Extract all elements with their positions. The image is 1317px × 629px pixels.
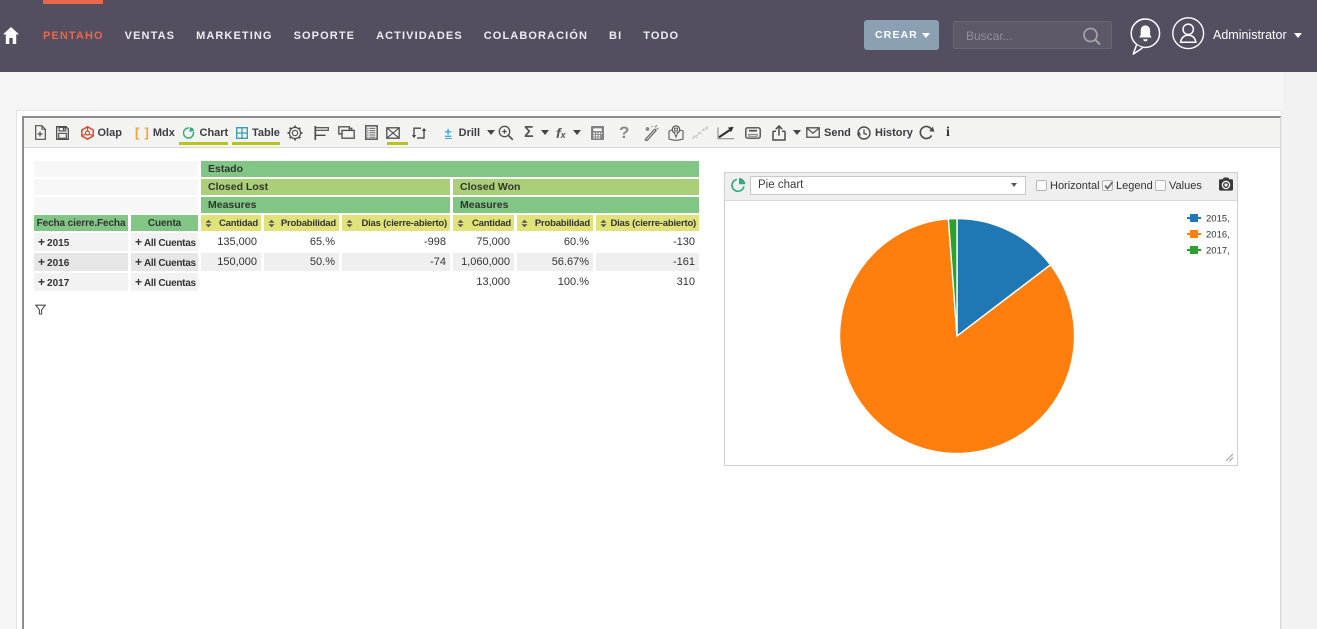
svg-text:2017,: 2017, bbox=[1206, 246, 1230, 257]
svg-text:2015,: 2015, bbox=[1206, 214, 1230, 225]
svg-text:2016,: 2016, bbox=[1206, 230, 1230, 241]
